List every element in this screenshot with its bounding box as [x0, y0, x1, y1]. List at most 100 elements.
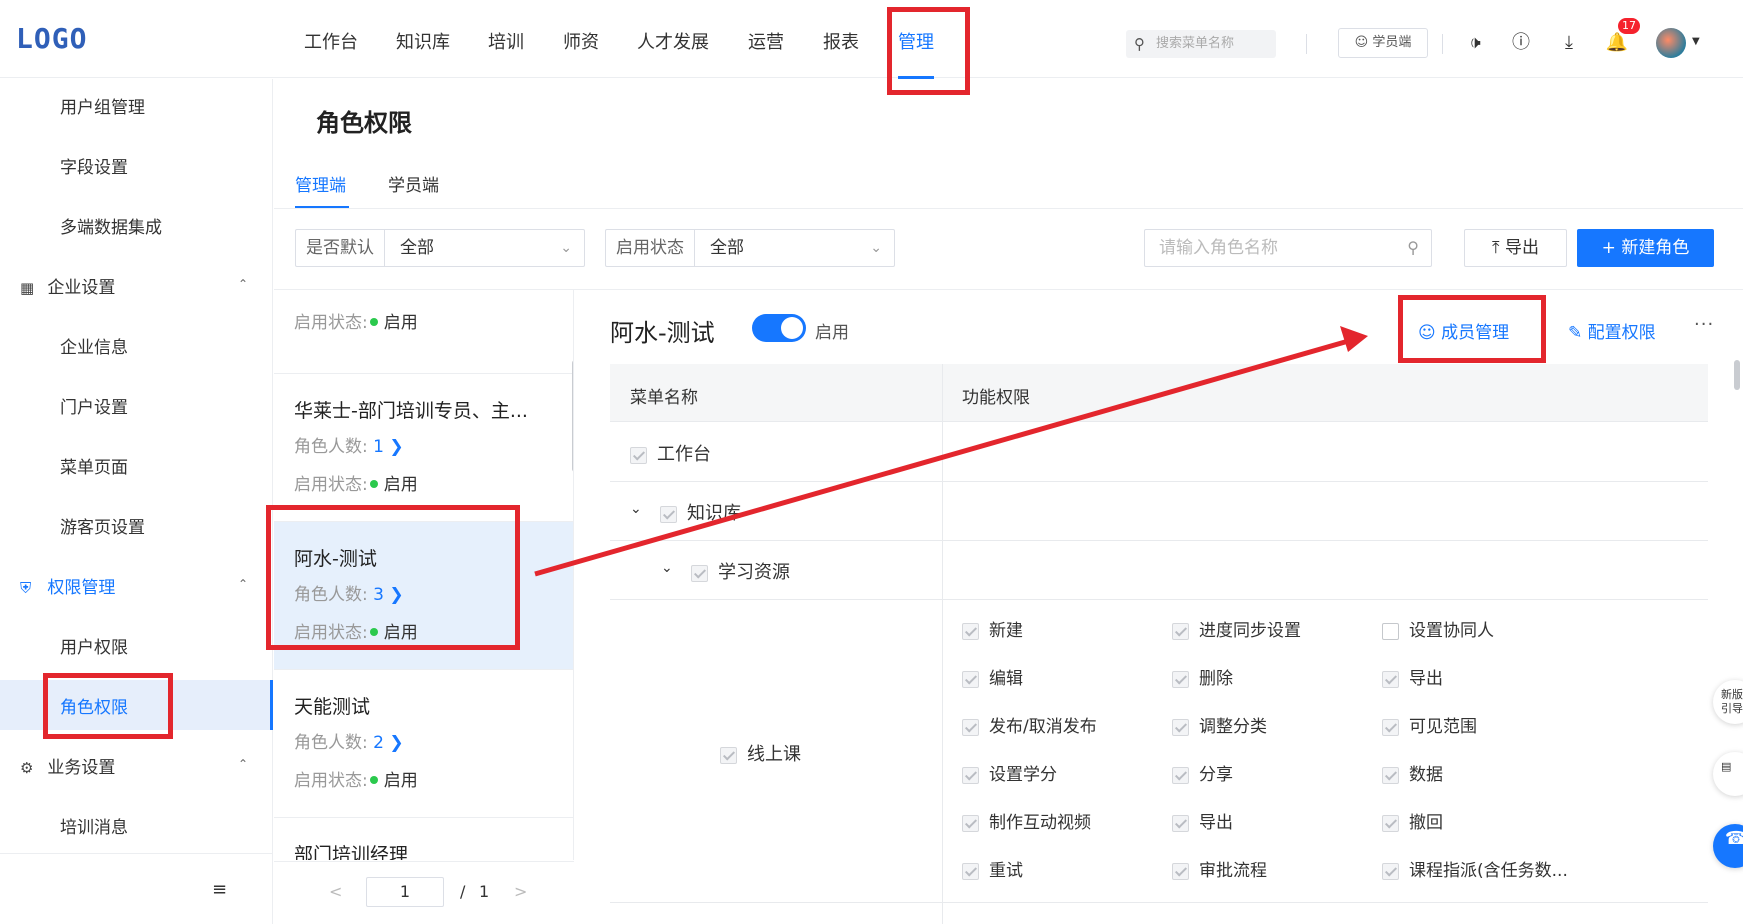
permission-item[interactable]: 调整分类 [1172, 712, 1267, 737]
checkbox[interactable] [962, 622, 979, 640]
checkbox[interactable] [1172, 670, 1189, 688]
permission-item[interactable]: 数据 [1382, 760, 1443, 785]
checkbox[interactable] [1172, 766, 1189, 784]
status-filter-select[interactable]: 启用状态 全部 ⌄ [605, 229, 895, 267]
member-management-button[interactable]: ☺ 成员管理 [1418, 318, 1509, 343]
nav-item-workbench[interactable]: 工作台 [304, 28, 358, 54]
permission-item[interactable]: 撤回 [1382, 808, 1443, 833]
permission-item[interactable]: 课程指派(含任务数... [1382, 856, 1568, 881]
sidebar-item-training-messages[interactable]: 培训消息 [60, 813, 128, 838]
sidebar-item-portal-settings[interactable]: 门户设置 [60, 393, 128, 418]
chevron-up-icon[interactable]: ⌃ [238, 757, 248, 771]
chevron-up-icon[interactable]: ⌃ [238, 277, 248, 291]
nav-item-training[interactable]: 培训 [488, 28, 524, 54]
permission-item[interactable]: 设置学分 [962, 760, 1057, 785]
checkbox[interactable] [962, 670, 979, 688]
permission-item[interactable]: 导出 [1172, 808, 1233, 833]
sidebar-item-enterprise-info[interactable]: 企业信息 [60, 333, 128, 358]
role-card-partial[interactable]: 启用状态: 启用 [274, 290, 573, 374]
checkbox[interactable] [1172, 862, 1189, 880]
default-filter-select[interactable]: 是否默认 全部 ⌄ [295, 229, 585, 267]
chevron-left-icon[interactable]: < [329, 882, 342, 901]
checkbox[interactable] [691, 564, 708, 582]
export-button[interactable]: ⤒ 导出 [1464, 229, 1567, 267]
sidebar-item-role-permissions[interactable]: 角色权限 [60, 693, 128, 718]
chevron-right-icon[interactable]: ❯ [389, 437, 403, 457]
checkbox[interactable] [962, 718, 979, 736]
permission-item[interactable]: 设置协同人 [1382, 616, 1494, 641]
sidebar-item-user-group[interactable]: 用户组管理 [60, 93, 145, 118]
tab-admin[interactable]: 管理端 [295, 171, 346, 196]
permission-item[interactable]: 可见范围 [1382, 712, 1477, 737]
chevron-up-icon[interactable]: ⌃ [238, 577, 248, 591]
menu-row-knowledge[interactable]: 知识库 [660, 499, 741, 525]
checkbox[interactable] [1382, 814, 1399, 832]
sidebar-item-user-permissions[interactable]: 用户权限 [60, 633, 128, 658]
chevron-right-icon[interactable]: ❯ [389, 733, 403, 753]
role-card-selected[interactable]: 阿水-测试 角色人数: 3 ❯ 启用状态: 启用 [274, 522, 573, 670]
student-portal-button[interactable]: ☺ 学员端 [1338, 28, 1428, 58]
checkbox[interactable] [1382, 862, 1399, 880]
config-permissions-button[interactable]: ✎ 配置权限 [1568, 318, 1656, 343]
permission-item[interactable]: 审批流程 [1172, 856, 1267, 881]
role-search-input[interactable]: 请输入角色名称 ⚲ [1144, 229, 1432, 267]
permission-item[interactable]: 导出 [1382, 664, 1443, 689]
avatar[interactable] [1656, 28, 1686, 58]
headset-icon[interactable]: ☎ [1713, 824, 1743, 868]
checkbox[interactable] [962, 814, 979, 832]
checkbox[interactable] [1172, 622, 1189, 640]
new-role-button[interactable]: + 新建角色 [1577, 229, 1714, 267]
checkbox[interactable] [1172, 718, 1189, 736]
sidebar-item-guest-page[interactable]: 游客页设置 [60, 513, 145, 538]
nav-item-reports[interactable]: 报表 [823, 28, 859, 54]
menu-search-input[interactable]: ⚲ 搜索菜单名称 [1126, 30, 1276, 58]
tab-student[interactable]: 学员端 [388, 171, 439, 196]
more-icon[interactable]: ··· [1694, 314, 1714, 335]
checkbox[interactable] [660, 505, 677, 523]
feedback-icon[interactable]: ▤ [1713, 752, 1743, 796]
menu-row-workbench[interactable]: 工作台 [630, 440, 711, 466]
checkbox[interactable] [720, 746, 737, 764]
role-count-value[interactable]: 1 [373, 437, 384, 457]
chevron-down-icon[interactable]: ⌄ [630, 501, 642, 517]
permission-item[interactable]: 发布/取消发布 [962, 712, 1097, 737]
permission-item[interactable]: 分享 [1172, 760, 1233, 785]
nav-item-manage[interactable]: 管理 [898, 28, 934, 54]
nav-item-teachers[interactable]: 师资 [563, 28, 599, 54]
logo[interactable]: LOGO [16, 22, 87, 55]
chevron-right-icon[interactable]: ❯ [389, 585, 403, 605]
permission-item[interactable]: 删除 [1172, 664, 1233, 689]
chevron-down-icon[interactable]: ⌄ [661, 560, 673, 576]
checkbox[interactable] [1382, 670, 1399, 688]
role-card[interactable]: 部门培训经理 [274, 818, 573, 860]
menu-row-online-course[interactable]: 线上课 [720, 740, 801, 766]
guide-float-button[interactable]: 新版 引导 [1713, 680, 1743, 724]
role-card[interactable]: 华莱士-部门培训专员、主... 角色人数: 1 ❯ 启用状态: 启用 [274, 374, 573, 522]
page-number-input[interactable]: 1 [366, 877, 444, 907]
permission-item[interactable]: 编辑 [962, 664, 1023, 689]
checkbox[interactable] [630, 446, 647, 464]
download-icon[interactable]: ⤓ [1556, 30, 1582, 56]
nav-item-operations[interactable]: 运营 [748, 28, 784, 54]
role-count-value[interactable]: 3 [373, 585, 384, 605]
permission-item[interactable]: 进度同步设置 [1172, 616, 1301, 641]
nav-item-talent[interactable]: 人才发展 [637, 28, 709, 54]
chevron-right-icon[interactable]: > [514, 882, 527, 901]
checkbox[interactable] [1382, 718, 1399, 736]
role-card[interactable]: 天能测试 角色人数: 2 ❯ 启用状态: 启用 [274, 670, 573, 818]
sidebar-item-field-settings[interactable]: 字段设置 [60, 153, 128, 178]
menu-row-learning-resources[interactable]: 学习资源 [691, 558, 790, 584]
sidebar-group-business[interactable]: ⚙ 业务设置 [20, 753, 115, 778]
checkbox[interactable] [1172, 814, 1189, 832]
megaphone-icon[interactable]: 🕩 [1462, 30, 1488, 56]
collapse-sidebar-icon[interactable]: ≡ [212, 879, 227, 900]
sidebar-group-permissions[interactable]: ⛨ 权限管理 [20, 573, 115, 598]
permission-item[interactable]: 制作互动视频 [962, 808, 1091, 833]
nav-item-knowledge[interactable]: 知识库 [396, 28, 450, 54]
checkbox[interactable] [962, 766, 979, 784]
help-icon[interactable]: ⓘ [1508, 30, 1534, 56]
sidebar-group-enterprise[interactable]: ▦ 企业设置 [20, 273, 115, 298]
sidebar-item-menu-page[interactable]: 菜单页面 [60, 453, 128, 478]
role-count-value[interactable]: 2 [373, 733, 384, 753]
detail-scrollbar[interactable] [1734, 360, 1740, 390]
